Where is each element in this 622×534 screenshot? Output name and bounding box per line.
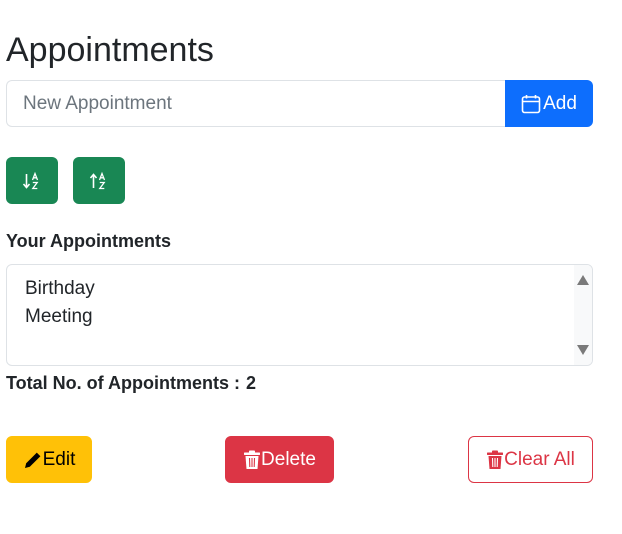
total-appointments: Total No. of Appointments : 2 <box>6 371 256 395</box>
page-title: Appointments <box>6 31 214 69</box>
calendar-icon <box>521 94 541 114</box>
new-appointment-form: Add <box>6 80 593 127</box>
new-appointment-input[interactable] <box>6 80 505 127</box>
appointments-label: Your Appointments <box>6 231 171 251</box>
trash-icon <box>486 450 504 470</box>
edit-button-label: Edit <box>42 448 76 470</box>
clear-all-button[interactable]: Clear All <box>468 436 593 483</box>
edit-button[interactable]: Edit <box>6 436 92 483</box>
list-item[interactable]: Birthday <box>25 275 95 303</box>
appointments-listbox[interactable]: Birthday Meeting <box>6 264 593 366</box>
clear-all-button-label: Clear All <box>504 448 575 470</box>
sort-alpha-up-icon <box>89 171 109 191</box>
scroll-down-arrow-icon[interactable] <box>577 345 589 355</box>
scrollbar[interactable] <box>574 265 592 365</box>
add-button[interactable]: Add <box>505 80 593 127</box>
sort-descending-button[interactable] <box>73 157 125 204</box>
pencil-icon <box>23 450 43 470</box>
sort-ascending-button[interactable] <box>6 157 58 204</box>
list-item[interactable]: Meeting <box>25 303 95 331</box>
sort-alpha-down-icon <box>22 171 42 191</box>
add-button-label: Add <box>543 92 577 114</box>
total-count: 2 <box>245 373 256 393</box>
appointments-list: Birthday Meeting <box>25 275 95 331</box>
total-label: Total No. of Appointments : <box>6 373 240 393</box>
scroll-up-arrow-icon[interactable] <box>577 275 589 285</box>
trash-icon <box>243 450 261 470</box>
delete-button[interactable]: Delete <box>225 436 334 483</box>
delete-button-label: Delete <box>261 448 316 470</box>
